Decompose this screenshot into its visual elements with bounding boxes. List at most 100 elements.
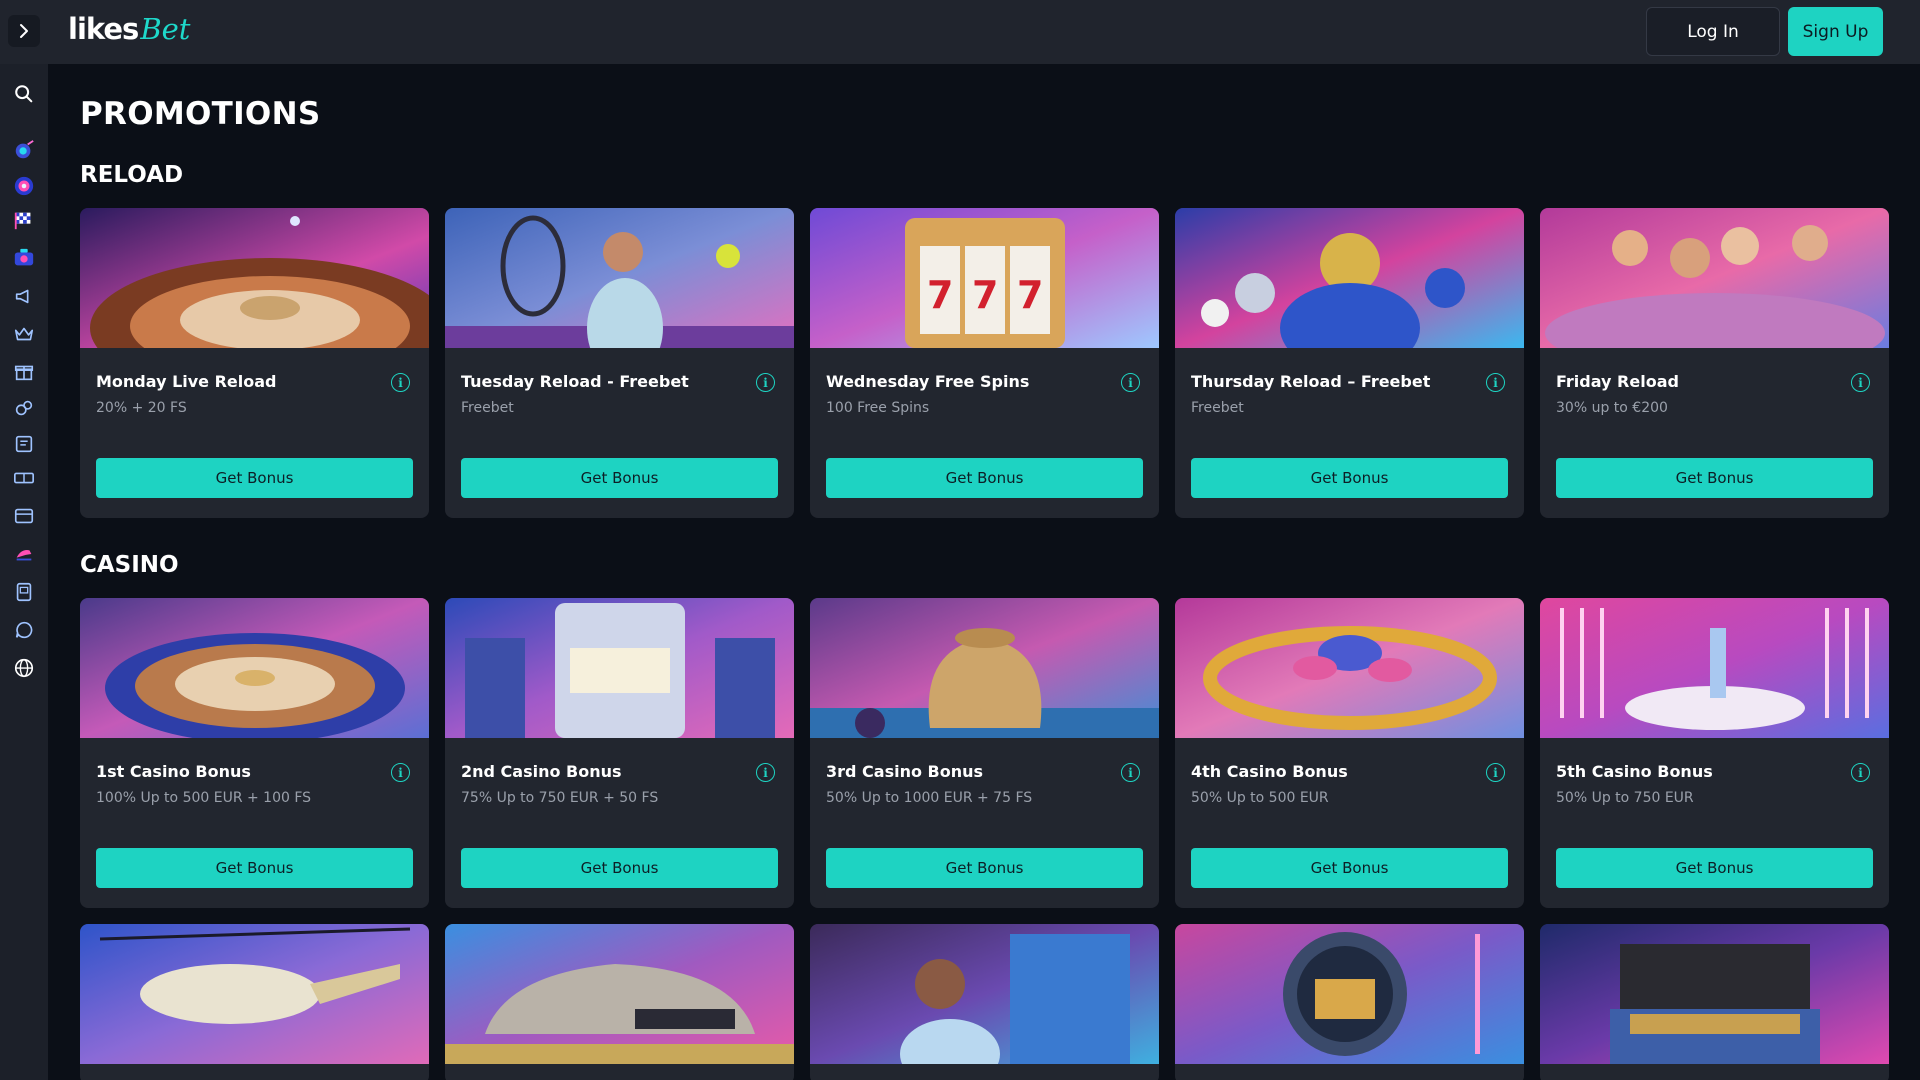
promo-title: Friday Reload (1556, 372, 1679, 391)
page-title: PROMOTIONS (80, 96, 321, 132)
promo-image-football (1175, 208, 1524, 348)
promo-title: Tuesday Reload - Freebet (461, 372, 689, 391)
info-icon[interactable]: i (1486, 763, 1505, 782)
promo-card[interactable]: Friday Reload 30% up to €200 i Get Bonus (1540, 208, 1889, 518)
globe-icon[interactable] (8, 652, 40, 684)
promo-card[interactable]: 7 7 7 Wednesday Free Spins 100 Free Spin… (810, 208, 1159, 518)
get-bonus-button[interactable]: Get Bonus (1556, 458, 1873, 498)
promo-subtitle: 50% Up to 750 EUR (1556, 790, 1694, 806)
chevron-right-icon (20, 24, 28, 38)
section-title-reload: RELOAD (80, 162, 184, 188)
get-bonus-button[interactable]: Get Bonus (1556, 848, 1873, 888)
get-bonus-button[interactable]: Get Bonus (826, 848, 1143, 888)
mail-icon[interactable] (8, 500, 40, 532)
casino-icon[interactable] (8, 134, 40, 166)
promo-image-woman-slot (810, 924, 1159, 1064)
site-logo[interactable]: likes Bet (68, 12, 190, 52)
svg-text:7: 7 (972, 273, 998, 317)
signup-button[interactable]: Sign Up (1788, 7, 1883, 56)
promo-image-bank-vault (1175, 924, 1524, 1064)
info-icon[interactable]: i (756, 373, 775, 392)
login-button[interactable]: Log In (1646, 7, 1780, 56)
promo-subtitle: 50% Up to 1000 EUR + 75 FS (826, 790, 1033, 806)
tickets-icon[interactable] (8, 462, 40, 494)
section-title-casino: CASINO (80, 552, 179, 578)
sidebar (0, 64, 48, 1080)
get-bonus-button[interactable]: Get Bonus (1191, 458, 1508, 498)
promo-card[interactable] (80, 924, 429, 1080)
promo-card[interactable]: Tuesday Reload - Freebet Freebet i Get B… (445, 208, 794, 518)
gift-box-icon[interactable] (8, 356, 40, 388)
promo-subtitle: 100 Free Spins (826, 400, 930, 416)
get-bonus-button[interactable]: Get Bonus (96, 458, 413, 498)
promo-title: Monday Live Reload (96, 372, 277, 391)
info-icon[interactable]: i (1121, 373, 1140, 392)
horse-racing-icon[interactable] (8, 538, 40, 570)
promo-subtitle: 100% Up to 500 EUR + 100 FS (96, 790, 312, 806)
promo-subtitle: Freebet (1191, 400, 1244, 416)
info-icon[interactable]: i (1851, 373, 1870, 392)
promo-image-roulette (80, 208, 429, 348)
info-icon[interactable]: i (391, 373, 410, 392)
promo-card[interactable] (1540, 924, 1889, 1080)
crown-icon[interactable] (8, 318, 40, 350)
search-icon[interactable] (8, 78, 40, 110)
megaphone-icon[interactable] (8, 280, 40, 312)
racing-flag-icon[interactable] (8, 204, 40, 236)
promo-image-tennis (445, 208, 794, 348)
get-bonus-button[interactable]: Get Bonus (96, 848, 413, 888)
promo-card[interactable] (810, 924, 1159, 1080)
promo-image-party (1540, 208, 1889, 348)
promo-card[interactable]: 5th Casino Bonus 50% Up to 750 EUR i Get… (1540, 598, 1889, 908)
logo-text-secondary: Bet (140, 12, 191, 46)
get-bonus-button[interactable]: Get Bonus (461, 458, 778, 498)
promo-card[interactable]: 3rd Casino Bonus 50% Up to 1000 EUR + 75… (810, 598, 1159, 908)
sidebar-expand-button[interactable] (8, 15, 40, 47)
get-bonus-button[interactable]: Get Bonus (826, 458, 1143, 498)
promo-title: 5th Casino Bonus (1556, 762, 1713, 781)
promo-image-gold-chain (1175, 598, 1524, 738)
promo-title: Thursday Reload – Freebet (1191, 372, 1431, 391)
get-bonus-button[interactable]: Get Bonus (461, 848, 778, 888)
document-icon[interactable] (8, 576, 40, 608)
promo-image-money-suitcase (1540, 924, 1889, 1064)
logo-text-primary: likes (68, 12, 139, 46)
promo-image-gold-bag (810, 598, 1159, 738)
promo-subtitle: 30% up to €200 (1556, 400, 1668, 416)
info-icon[interactable]: i (1851, 763, 1870, 782)
promo-subtitle: 75% Up to 750 EUR + 50 FS (461, 790, 659, 806)
promo-card[interactable] (445, 924, 794, 1080)
promo-image-slot-machines (445, 598, 794, 738)
svg-text:7: 7 (1017, 273, 1043, 317)
info-icon[interactable]: i (756, 763, 775, 782)
promo-title: 1st Casino Bonus (96, 762, 251, 781)
info-icon[interactable]: i (1486, 373, 1505, 392)
get-bonus-button[interactable]: Get Bonus (1191, 848, 1508, 888)
promo-image-slot-777: 7 7 7 (810, 208, 1159, 348)
promo-card[interactable]: 2nd Casino Bonus 75% Up to 750 EUR + 50 … (445, 598, 794, 908)
promo-title: 3rd Casino Bonus (826, 762, 984, 781)
promo-card[interactable]: 1st Casino Bonus 100% Up to 500 EUR + 10… (80, 598, 429, 908)
info-icon[interactable]: i (1121, 763, 1140, 782)
promo-title: 4th Casino Bonus (1191, 762, 1348, 781)
bets-icon[interactable] (8, 428, 40, 460)
promo-card[interactable]: Thursday Reload – Freebet Freebet i Get … (1175, 208, 1524, 518)
promo-card[interactable]: Monday Live Reload 20% + 20 FS i Get Bon… (80, 208, 429, 518)
promo-card[interactable]: 4th Casino Bonus 50% Up to 500 EUR i Get… (1175, 598, 1524, 908)
live-casino-icon[interactable] (8, 242, 40, 274)
promo-card[interactable] (1175, 924, 1524, 1080)
promo-image-roulette-table (80, 598, 429, 738)
promo-subtitle: 50% Up to 500 EUR (1191, 790, 1329, 806)
promo-image-sports-car (1540, 598, 1889, 738)
promo-title: 2nd Casino Bonus (461, 762, 622, 781)
promo-subtitle: Freebet (461, 400, 514, 416)
promo-title: Wednesday Free Spins (826, 372, 1030, 391)
top-bar: likes Bet Log In Sign Up (0, 0, 1920, 64)
promo-subtitle: 20% + 20 FS (96, 400, 187, 416)
promo-image-helicopter (80, 924, 429, 1064)
sports-icon[interactable] (8, 392, 40, 424)
chat-icon[interactable] (8, 614, 40, 646)
promo-image-gold-car (445, 924, 794, 1064)
roulette-icon[interactable] (8, 170, 40, 202)
info-icon[interactable]: i (391, 763, 410, 782)
